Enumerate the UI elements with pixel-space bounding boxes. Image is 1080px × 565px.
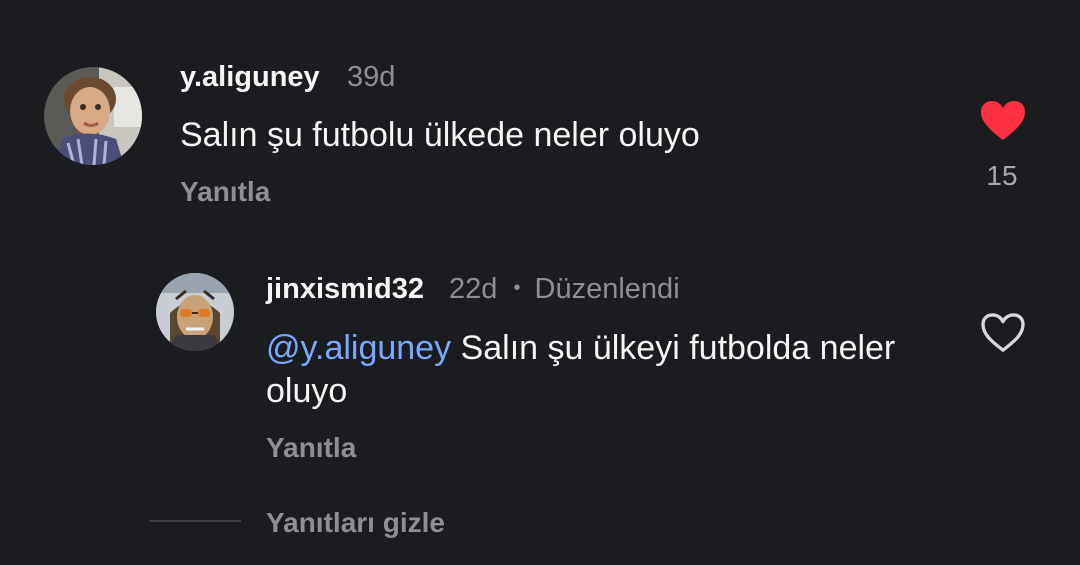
reply-button[interactable]: Yanıtla	[180, 176, 270, 208]
meta-separator: •	[513, 277, 521, 299]
comment-username[interactable]: y.aliguney	[180, 61, 320, 94]
hide-replies-button[interactable]: Yanıtları gizle	[266, 507, 445, 539]
reply-text: @y.aliguney Salın şu ülkeyi futbolda nel…	[266, 327, 926, 413]
like-button[interactable]	[980, 100, 1026, 142]
comment-timestamp: 39d	[347, 61, 396, 93]
avatar[interactable]	[44, 67, 142, 165]
avatar[interactable]	[156, 273, 234, 351]
mention-link[interactable]: @y.aliguney	[266, 329, 451, 367]
reply-button[interactable]: Yanıtla	[266, 432, 356, 464]
heart-outline-icon	[981, 313, 1025, 352]
child-photo-avatar-icon	[44, 67, 142, 165]
reply-meta: 22d • Düzenlendi	[449, 273, 680, 306]
anime-character-avatar-icon	[156, 273, 234, 351]
reply-timestamp: 22d	[449, 273, 498, 305]
reply-username[interactable]: jinxismid32	[266, 273, 424, 306]
like-count: 15	[986, 160, 1018, 191]
comment-text: Salın şu futbolu ülkede neler oluyo	[180, 116, 700, 154]
like-button[interactable]	[981, 313, 1025, 353]
edited-label: Düzenlendi	[534, 273, 680, 305]
heart-filled-icon	[981, 101, 1025, 140]
replies-divider	[149, 520, 241, 522]
